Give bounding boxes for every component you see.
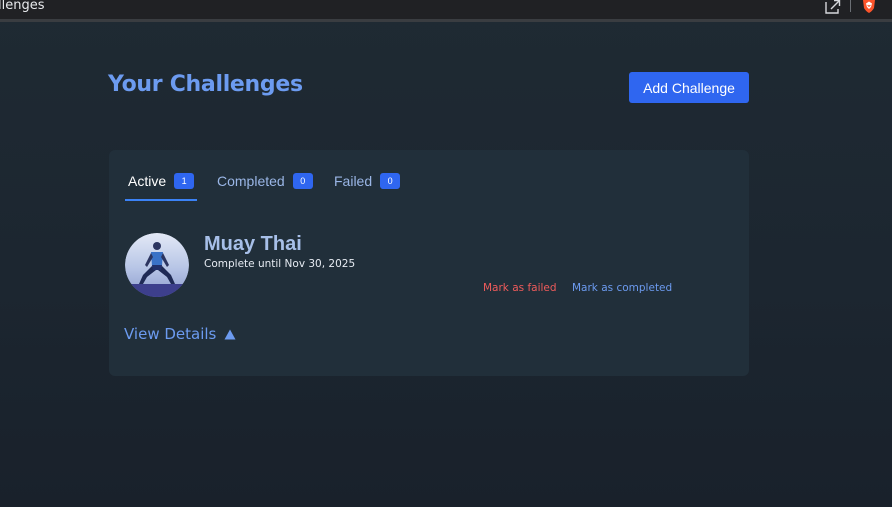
- chevron-up-icon: [224, 329, 236, 339]
- browser-toolbar: llenges: [0, 0, 892, 22]
- mark-as-completed-button[interactable]: Mark as completed: [572, 282, 672, 294]
- tab-failed-count-badge: 0: [380, 173, 401, 189]
- toolbar-divider: [850, 0, 851, 12]
- active-tab-indicator: [125, 199, 197, 201]
- tab-failed[interactable]: Failed 0: [334, 172, 401, 201]
- tab-active-count-badge: 1: [174, 173, 195, 189]
- challenge-deadline: Complete until Nov 30, 2025: [204, 258, 356, 270]
- add-challenge-button[interactable]: Add Challenge: [629, 72, 749, 103]
- view-details-toggle[interactable]: View Details: [124, 325, 236, 343]
- challenge-title: Muay Thai: [204, 233, 302, 255]
- tab-active-label: Active: [128, 173, 167, 189]
- challenge-avatar: [125, 233, 189, 297]
- brave-shield-icon[interactable]: [861, 0, 877, 14]
- mark-as-failed-button[interactable]: Mark as failed: [483, 282, 557, 294]
- tab-failed-label: Failed: [334, 173, 373, 189]
- browser-tab-title[interactable]: llenges: [0, 0, 44, 13]
- challenges-card: Active 1 Completed 0 Failed 0 Muay Thai …: [109, 150, 749, 376]
- tab-completed[interactable]: Completed 0: [217, 172, 313, 201]
- tab-completed-label: Completed: [217, 173, 285, 189]
- share-icon[interactable]: [824, 0, 842, 15]
- tab-completed-count-badge: 0: [292, 173, 313, 189]
- tab-active[interactable]: Active 1: [128, 172, 195, 201]
- page-title: Your Challenges: [108, 72, 303, 97]
- view-details-label: View Details: [124, 325, 217, 343]
